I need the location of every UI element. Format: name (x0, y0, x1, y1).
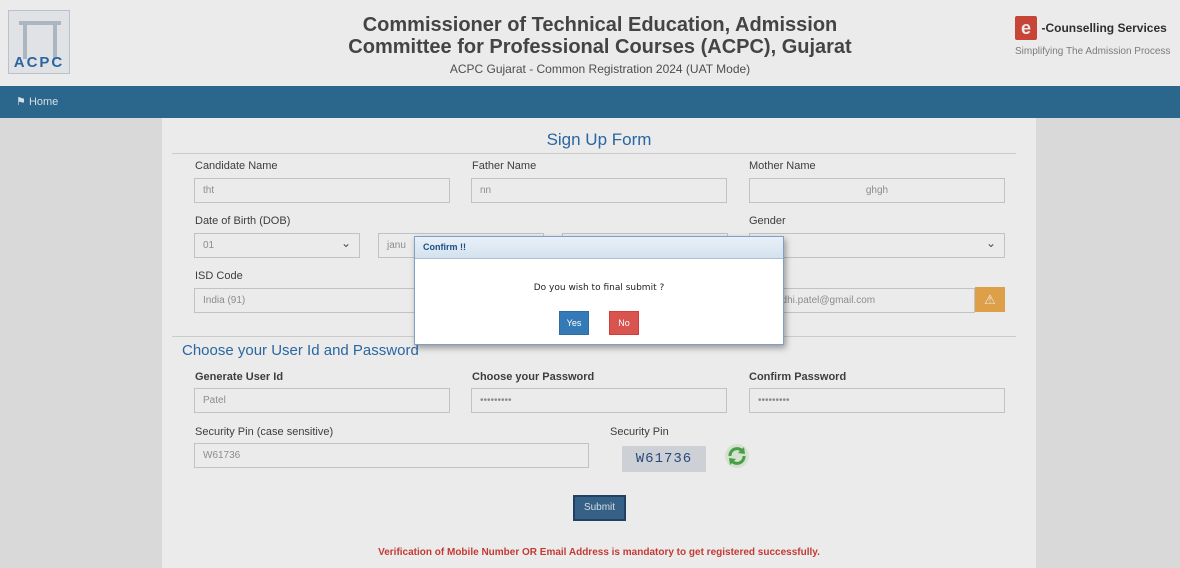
confirm-dialog-title: Confirm !! (415, 237, 783, 259)
no-button[interactable]: No (609, 311, 639, 335)
yes-button[interactable]: Yes (559, 311, 589, 335)
confirm-dialog: Confirm !! Do you wish to final submit ?… (414, 236, 784, 345)
confirm-dialog-message: Do you wish to final submit ? (533, 283, 665, 293)
